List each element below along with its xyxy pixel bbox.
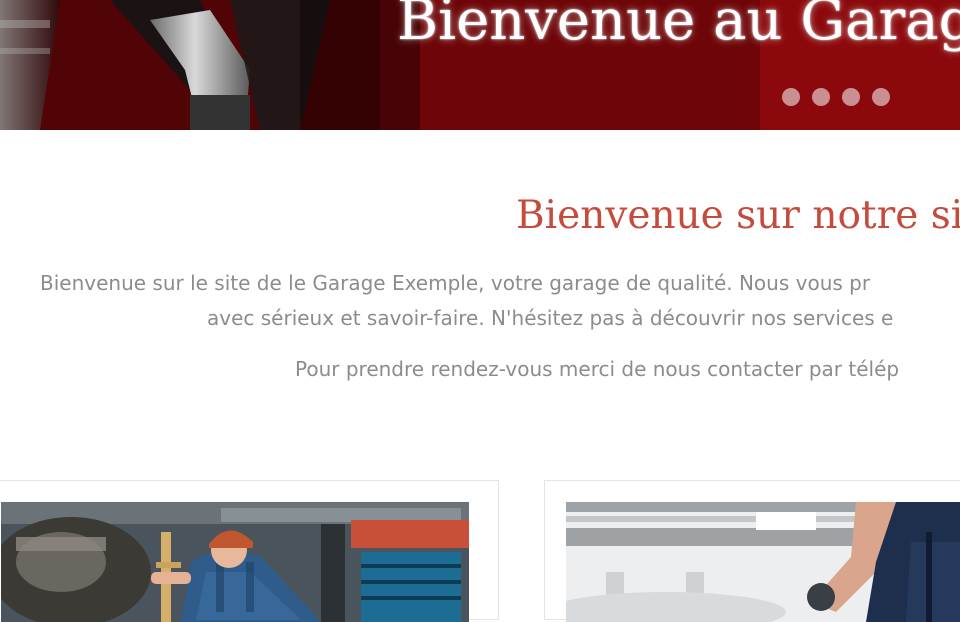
mechanic-engine-photo	[1, 502, 469, 622]
contact-paragraph: Pour prendre rendez-vous merci de nous c…	[295, 357, 900, 381]
service-card-2[interactable]	[544, 480, 960, 622]
slider-dot-1[interactable]	[782, 88, 800, 106]
intro-paragraph-line-2: avec sérieux et savoir-faire. N'hésitez …	[207, 306, 894, 330]
hero-banner: Bienvenue au Garage	[0, 0, 960, 130]
slider-dot-2[interactable]	[812, 88, 830, 106]
intro-paragraph-line-1: Bienvenue sur le site de le Garage Exemp…	[40, 271, 871, 295]
service-card-1[interactable]	[0, 480, 499, 622]
slider-dot-4[interactable]	[872, 88, 890, 106]
intro-heading: Bienvenue sur notre sit	[516, 193, 960, 238]
slider-dots	[782, 88, 890, 106]
mechanic-service-photo	[566, 502, 960, 622]
slider-dot-3[interactable]	[842, 88, 860, 106]
hero-title: Bienvenue au Garage	[397, 0, 960, 53]
